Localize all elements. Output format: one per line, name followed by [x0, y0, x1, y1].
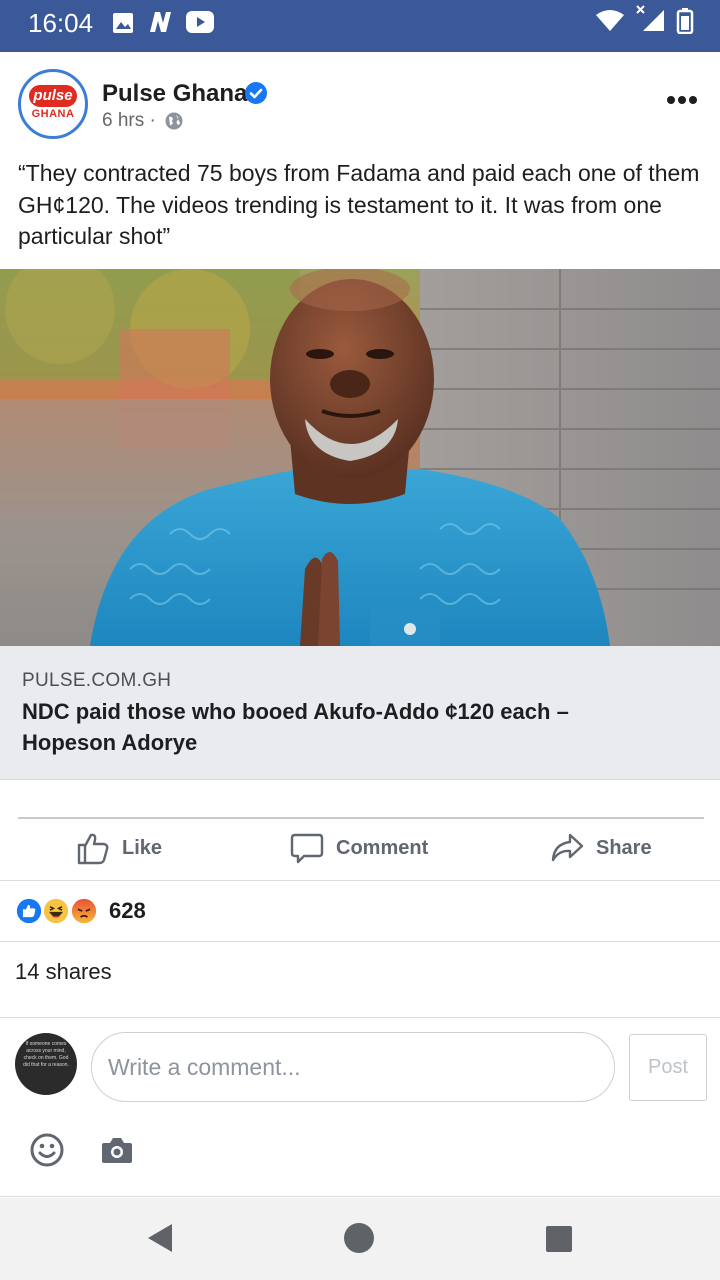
camera-icon[interactable]	[101, 1136, 133, 1164]
emoji-icon[interactable]	[30, 1133, 64, 1167]
avatar-logo: pulse	[29, 85, 77, 107]
like-label: Like	[122, 836, 163, 859]
divider	[0, 1017, 720, 1018]
link-preview[interactable]: PULSE.COM.GH NDC paid those who booed Ak…	[0, 646, 720, 780]
share-icon	[551, 833, 584, 862]
divider	[0, 880, 720, 881]
comment-button[interactable]: Comment	[290, 826, 428, 870]
battery-icon	[676, 8, 694, 34]
user-avatar-text: If someone comes across your mind, check…	[23, 1041, 69, 1068]
share-button[interactable]: Share	[550, 826, 652, 870]
post-photo[interactable]	[0, 269, 720, 646]
divider	[0, 1196, 720, 1197]
action-bar-divider	[18, 817, 704, 819]
like-reaction-icon	[14, 896, 44, 926]
more-options-icon[interactable]	[666, 94, 698, 106]
post-time[interactable]: 6 hrs ·	[102, 110, 156, 132]
back-icon[interactable]	[146, 1222, 174, 1254]
globe-icon	[165, 112, 183, 130]
divider	[0, 941, 720, 942]
page-avatar[interactable]: pulse GHANA	[18, 69, 88, 139]
verified-icon	[245, 82, 267, 104]
youtube-icon	[186, 11, 214, 33]
haha-reaction-icon	[41, 896, 71, 926]
link-domain: PULSE.COM.GH	[22, 670, 172, 691]
share-label: Share	[596, 836, 652, 859]
post-comment-button[interactable]: Post	[629, 1034, 707, 1101]
avatar-sub-text: GHANA	[31, 108, 75, 120]
page-name[interactable]: Pulse Ghana	[102, 80, 247, 108]
angry-reaction-icon	[69, 896, 99, 926]
n-icon	[150, 12, 171, 32]
comment-input[interactable]	[91, 1032, 615, 1102]
shares-count[interactable]: 14 shares	[15, 959, 112, 985]
image-icon	[113, 13, 133, 33]
comment-label: Comment	[336, 836, 429, 859]
wifi-icon	[596, 10, 624, 31]
recents-icon[interactable]	[545, 1225, 573, 1253]
photo-illustration	[0, 269, 720, 646]
post-header: pulse GHANA Pulse Ghana 6 hrs ·	[0, 52, 720, 152]
comment-icon	[290, 833, 324, 864]
like-button[interactable]: Like	[76, 826, 162, 870]
system-nav-bar	[0, 1198, 720, 1280]
user-avatar: If someone comes across your mind, check…	[15, 1033, 77, 1095]
thumbs-up-icon	[77, 833, 109, 865]
status-time: 16:04	[28, 8, 94, 38]
status-bar: 16:04	[0, 0, 720, 52]
reaction-count[interactable]: 628	[109, 898, 146, 924]
home-icon[interactable]	[343, 1222, 375, 1254]
post-text: “They contracted 75 boys from Fadama and…	[18, 160, 700, 249]
signal-icon	[636, 5, 664, 31]
link-title: NDC paid those who booed Akufo-Addo ¢120…	[22, 699, 569, 755]
